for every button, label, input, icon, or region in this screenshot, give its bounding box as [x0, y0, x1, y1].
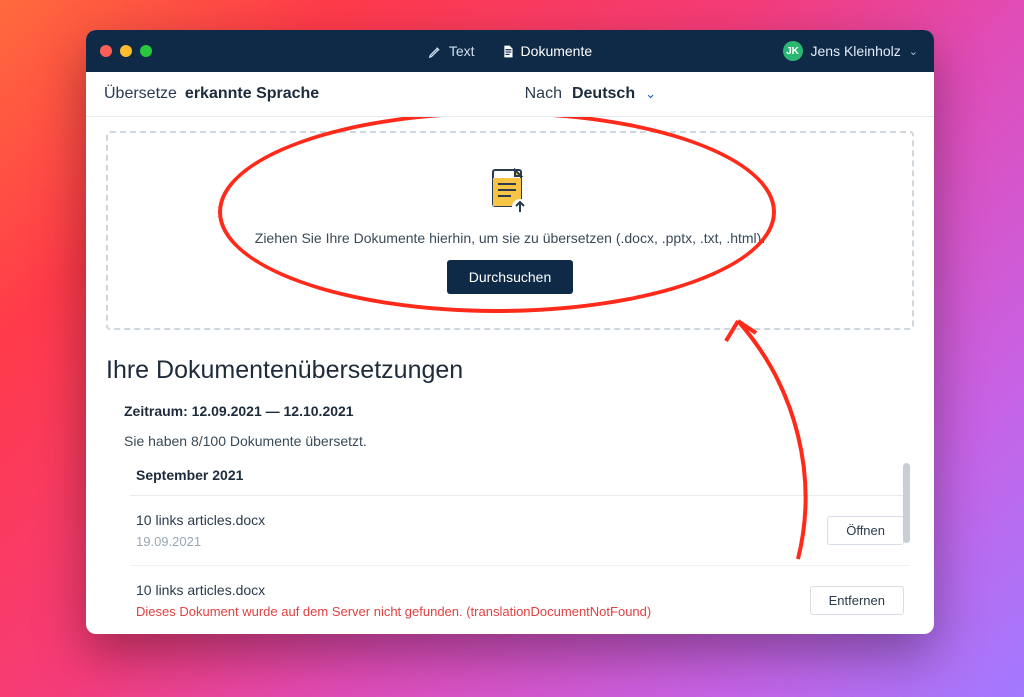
file-date: 19.09.2021 — [136, 534, 265, 549]
scrollbar-thumb[interactable] — [903, 463, 910, 543]
chevron-down-icon: ⌄ — [645, 86, 656, 102]
error-message: Dieses Dokument wurde auf dem Server nic… — [136, 604, 651, 619]
open-button[interactable]: Öffnen — [827, 516, 904, 545]
tab-documents-label: Dokumente — [521, 43, 593, 59]
minimize-window-button[interactable] — [120, 45, 132, 57]
period-label: Zeitraum: 12.09.2021 — 12.10.2021 — [124, 403, 914, 419]
target-language: Deutsch — [572, 85, 635, 103]
language-bar: Übersetze erkannte Sprache Nach Deutsch … — [86, 72, 934, 117]
pen-icon — [428, 44, 443, 59]
file-name: 10 links articles.docx — [136, 512, 265, 528]
avatar: JK — [783, 41, 803, 61]
titlebar: Text Dokumente JK Jens Kleinholz ⌄ — [86, 30, 934, 72]
source-language-picker[interactable]: Übersetze erkannte Sprache — [104, 85, 319, 103]
mode-tabs: Text Dokumente — [428, 43, 592, 59]
content-area: Ziehen Sie Ihre Dokumente hierhin, um si… — [86, 117, 934, 634]
user-name: Jens Kleinholz — [811, 43, 901, 59]
document-icon — [501, 44, 515, 59]
app-window: Text Dokumente JK Jens Kleinholz ⌄ Übers… — [86, 30, 934, 634]
tab-text-label: Text — [449, 43, 475, 59]
dropzone[interactable]: Ziehen Sie Ihre Dokumente hierhin, um si… — [106, 131, 914, 330]
tab-text[interactable]: Text — [428, 43, 475, 59]
upload-document-icon — [489, 168, 531, 216]
detected-language: erkannte Sprache — [185, 85, 319, 103]
close-window-button[interactable] — [100, 45, 112, 57]
translate-label: Übersetze — [104, 85, 177, 103]
file-name: 10 links articles.docx — [136, 582, 651, 598]
page-title: Ihre Dokumentenübersetzungen — [106, 356, 914, 385]
target-language-picker[interactable]: Nach Deutsch ⌄ — [525, 85, 656, 103]
remove-button[interactable]: Entfernen — [810, 586, 904, 615]
dropzone-hint: Ziehen Sie Ihre Dokumente hierhin, um si… — [255, 230, 765, 246]
history-row: 10 links articles.docx Dieses Dokument w… — [130, 566, 910, 634]
to-label: Nach — [525, 85, 562, 103]
user-menu[interactable]: JK Jens Kleinholz ⌄ — [783, 41, 919, 61]
translation-count: Sie haben 8/100 Dokumente übersetzt. — [124, 433, 914, 449]
window-controls — [100, 45, 152, 57]
browse-button[interactable]: Durchsuchen — [447, 260, 574, 294]
history-list: September 2021 10 links articles.docx 19… — [130, 461, 910, 634]
history-row: 10 links articles.docx 19.09.2021 Öffnen — [130, 496, 910, 566]
maximize-window-button[interactable] — [140, 45, 152, 57]
tab-documents[interactable]: Dokumente — [501, 43, 593, 59]
month-header: September 2021 — [130, 461, 910, 496]
chevron-down-icon: ⌄ — [909, 45, 918, 58]
